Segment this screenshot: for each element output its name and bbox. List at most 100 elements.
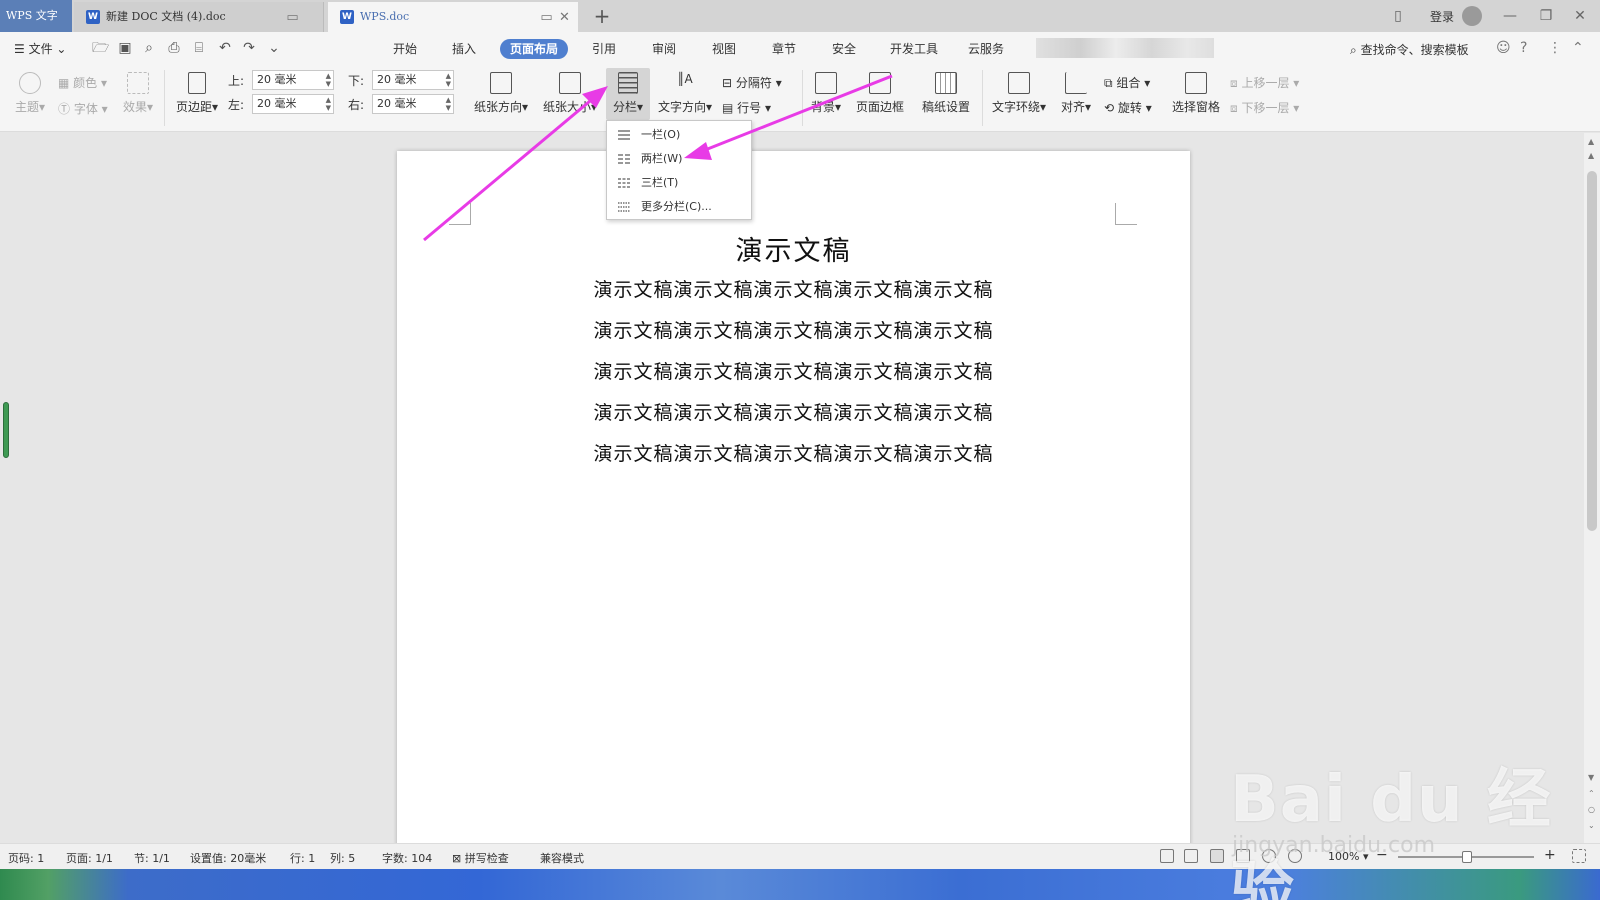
send-backward-button[interactable]: ⧈ 下移一层 ▾ (1230, 99, 1299, 116)
find-icon[interactable]: ⌕ (141, 40, 157, 56)
bring-forward-button[interactable]: ⧈ 上移一层 ▾ (1230, 74, 1299, 91)
tab-developer[interactable]: 开发工具 (890, 39, 938, 59)
background-button[interactable]: 背景▾ (804, 72, 848, 115)
status-col[interactable]: 列: 5 (330, 850, 355, 866)
line-number-button[interactable]: ▤ 行号 ▾ (722, 99, 771, 116)
text-direction-button[interactable]: ║A 文字方向▾ (654, 72, 716, 115)
document-paragraph[interactable]: 演示文稿演示文稿演示文稿演示文稿演示文稿 (397, 398, 1190, 425)
margins-button[interactable]: 页边距▾ (172, 72, 222, 115)
scroll-up-icon[interactable]: ▲ (1588, 137, 1594, 146)
tab-cloud[interactable]: 云服务 (968, 39, 1004, 59)
columns-more-item[interactable]: 更多分栏(C)... (607, 195, 751, 219)
undo-icon[interactable]: ↶ (217, 40, 233, 56)
theme-button[interactable]: 主题▾ (10, 72, 50, 115)
side-panel-handle[interactable] (3, 402, 9, 458)
doc-tab-wps-doc[interactable]: W WPS.doc ▭ ✕ (328, 2, 578, 32)
tab-references[interactable]: 引用 (592, 39, 616, 59)
customize-icon[interactable]: ⌄ (266, 40, 282, 56)
status-section[interactable]: 节: 1/1 (134, 850, 170, 866)
separator-button[interactable]: ⊟ 分隔符 ▾ (722, 74, 782, 91)
more-icon[interactable]: ⋮ (1548, 40, 1562, 56)
minimize-icon[interactable]: — (1500, 6, 1520, 26)
margin-left-input[interactable]: 20 毫米 ▲ ▼ (252, 94, 334, 114)
page-border-button[interactable]: 页面边框 (852, 72, 908, 115)
file-menu[interactable]: ☰ 文件 ⌄ (14, 40, 66, 57)
document-paragraph[interactable]: 演示文稿演示文稿演示文稿演示文稿演示文稿 (397, 357, 1190, 384)
margin-top-input[interactable]: 20 毫米 ▲ ▼ (252, 70, 334, 90)
spell-check-button[interactable]: ⊠ 拼写检查 (452, 850, 509, 866)
columns-three-item[interactable]: 三栏(T) (607, 171, 751, 195)
orientation-button[interactable]: 纸张方向▾ (470, 72, 532, 115)
document-paragraph[interactable]: 演示文稿演示文稿演示文稿演示文稿演示文稿 (397, 439, 1190, 466)
align-button[interactable]: 对齐▾ (1056, 72, 1096, 115)
tab-insert[interactable]: 插入 (452, 39, 476, 59)
text-wrap-button[interactable]: 文字环绕▾ (988, 72, 1050, 115)
columns-one-item[interactable]: 一栏(O) (607, 123, 751, 147)
paper-size-button[interactable]: 纸张大小▾ (540, 72, 600, 115)
status-row[interactable]: 行: 1 (290, 850, 315, 866)
restore-icon[interactable]: ❐ (1536, 6, 1556, 26)
print-icon[interactable]: ⎙ (166, 40, 182, 56)
tab-page-layout[interactable]: 页面布局 (500, 39, 569, 59)
compat-mode[interactable]: 兼容模式 (540, 850, 584, 866)
selection-pane-button[interactable]: 选择窗格 (1168, 72, 1224, 115)
new-tab-button[interactable]: + (590, 4, 614, 28)
spinner-icon[interactable]: ▲ ▼ (446, 96, 451, 112)
document-page[interactable]: 演示文稿 演示文稿演示文稿演示文稿演示文稿演示文稿 演示文稿演示文稿演示文稿演示… (397, 151, 1190, 861)
command-search[interactable]: ⌕ 查找命令、搜索模板 (1350, 41, 1469, 58)
separator (982, 70, 983, 126)
login-link[interactable]: 登录 (1430, 8, 1454, 25)
tab-chapter[interactable]: 章节 (772, 39, 796, 59)
manuscript-label: 稿纸设置 (921, 100, 970, 114)
color-button[interactable]: ▦ 颜色 ▾ (58, 74, 107, 91)
print-preview-icon[interactable]: ⌸ (191, 40, 207, 56)
close-window-icon[interactable]: ✕ (1570, 6, 1590, 26)
tab-start[interactable]: 开始 (393, 39, 417, 59)
rotate-button[interactable]: ⟲ 旋转 ▾ (1104, 99, 1152, 116)
title-bar: WPS 文字 W 新建 DOC 文档 (4).doc ▭ W WPS.doc ▭… (0, 0, 1600, 32)
document-title[interactable]: 演示文稿 (397, 229, 1190, 268)
manuscript-button[interactable]: 稿纸设置 (918, 72, 974, 115)
status-setting[interactable]: 设置值: 20毫米 (190, 850, 266, 866)
document-paragraph[interactable]: 演示文稿演示文稿演示文稿演示文稿演示文稿 (397, 316, 1190, 343)
feedback-icon[interactable]: ☺ (1496, 40, 1511, 56)
redo-icon[interactable]: ↷ (241, 40, 257, 56)
close-tab-icon[interactable]: ✕ (558, 11, 571, 24)
spinner-icon[interactable]: ▲ ▼ (326, 72, 331, 88)
layout-icon[interactable]: ▯ (1388, 6, 1408, 26)
save-icon[interactable]: ▣ (117, 40, 133, 56)
avatar[interactable] (1462, 6, 1482, 26)
vertical-scrollbar[interactable]: ▲ ▲ ▼ ⌃ ○ ⌄ (1584, 133, 1600, 843)
reading-mode-icon[interactable] (1184, 849, 1198, 863)
status-page[interactable]: 页面: 1/1 (66, 850, 113, 866)
spinner-icon[interactable]: ▲ ▼ (446, 72, 451, 88)
columns-button[interactable]: 分栏▾ (606, 72, 650, 115)
scroll-up-icon[interactable]: ▲ (1588, 151, 1594, 160)
menu-bar: ☰ 文件 ⌄ 🗁 ▣ ⌕ ⎙ ⌸ ↶ ↷ ⌄ 开始 插入 页面布局 引用 审阅 … (0, 32, 1600, 64)
tab-view[interactable]: 视图 (712, 39, 736, 59)
tab-security[interactable]: 安全 (832, 39, 856, 59)
collapse-ribbon-icon[interactable]: ⌃ (1572, 40, 1584, 56)
scrollbar-thumb[interactable] (1587, 171, 1597, 531)
effect-button[interactable]: 效果▾ (118, 72, 158, 115)
status-word-count[interactable]: 字数: 104 (382, 850, 432, 866)
spinner-icon[interactable]: ▲ ▼ (326, 96, 331, 112)
font-button[interactable]: Ⓣ 字体 ▾ (58, 100, 108, 117)
margin-right-input[interactable]: 20 毫米 ▲ ▼ (372, 94, 454, 114)
columns-two-item[interactable]: 两栏(W) (607, 147, 751, 171)
monitor-icon[interactable]: ▭ (540, 11, 553, 24)
page-view-icon[interactable] (1210, 849, 1224, 863)
fullscreen-icon[interactable] (1160, 849, 1174, 863)
group-button[interactable]: ⧉ 组合 ▾ (1104, 74, 1150, 91)
status-page-code[interactable]: 页码: 1 (8, 850, 44, 866)
margin-bottom-label: 下: (348, 74, 365, 88)
doc-tab-new-doc[interactable]: W 新建 DOC 文档 (4).doc ▭ (74, 2, 324, 32)
tab-review[interactable]: 审阅 (652, 39, 676, 59)
open-folder-icon[interactable]: 🗁 (92, 40, 109, 56)
margin-bottom-input[interactable]: 20 毫米 ▲ ▼ (372, 70, 454, 90)
monitor-icon[interactable]: ▭ (286, 11, 299, 24)
help-icon[interactable]: ? (1520, 40, 1527, 56)
theme-label: 主题 (14, 100, 39, 114)
document-paragraph[interactable]: 演示文稿演示文稿演示文稿演示文稿演示文稿 (397, 275, 1190, 302)
app-badge[interactable]: WPS 文字 (0, 0, 72, 32)
